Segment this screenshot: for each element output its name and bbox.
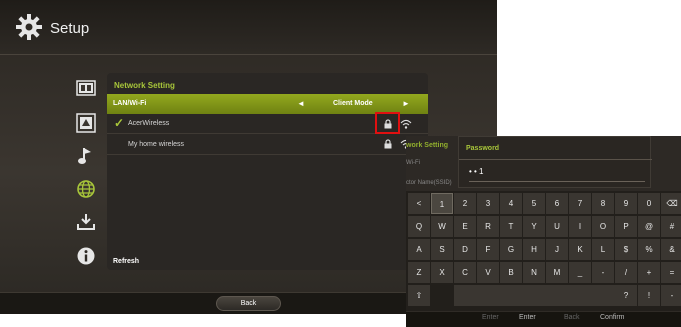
key[interactable]: J — [546, 239, 568, 260]
network-name: AcerWireless — [128, 120, 170, 127]
keyboard-footer: Enter Enter Back Confirm — [406, 312, 681, 327]
key[interactable]: / — [615, 262, 637, 283]
key[interactable]: < — [408, 193, 430, 214]
key[interactable]: 1 — [431, 193, 453, 214]
key[interactable]: H — [523, 239, 545, 260]
key[interactable]: U — [546, 216, 568, 237]
background-panel-title: work Setting — [406, 142, 449, 149]
photo-icon[interactable] — [76, 113, 96, 133]
key[interactable]: ! — [638, 285, 660, 306]
shift-key[interactable]: ⇧ — [408, 285, 430, 306]
key[interactable]: 6 — [546, 193, 568, 214]
key[interactable]: 9 — [615, 193, 637, 214]
key[interactable]: M — [546, 262, 568, 283]
key[interactable]: - — [592, 262, 614, 283]
key[interactable]: ? — [615, 285, 637, 306]
space-key[interactable] — [454, 285, 616, 306]
key[interactable]: I — [569, 216, 591, 237]
confirm-button[interactable]: Confirm — [600, 314, 625, 321]
key[interactable]: N — [523, 262, 545, 283]
key[interactable]: & — [661, 239, 681, 260]
key[interactable]: 3 — [477, 193, 499, 214]
key[interactable]: Q — [408, 216, 430, 237]
key[interactable]: 0 — [638, 193, 660, 214]
key[interactable]: Y — [523, 216, 545, 237]
enter-hint: Enter — [482, 314, 499, 321]
refresh-button[interactable]: Refresh — [113, 258, 139, 265]
key[interactable]: 7 — [569, 193, 591, 214]
key[interactable]: K — [569, 239, 591, 260]
key[interactable]: L — [592, 239, 614, 260]
key[interactable]: 4 — [500, 193, 522, 214]
gear-icon — [16, 14, 42, 40]
arrow-left-icon[interactable]: ◄ — [297, 99, 305, 108]
divider — [459, 159, 652, 160]
music-icon[interactable] — [76, 146, 96, 166]
download-icon[interactable] — [76, 212, 96, 232]
background-lan-label: Wi-Fi — [406, 160, 420, 166]
key[interactable]: - — [661, 285, 681, 306]
key[interactable]: @ — [638, 216, 660, 237]
key[interactable]: D — [454, 239, 476, 260]
key[interactable]: + — [638, 262, 660, 283]
network-row-my-home-wireless[interactable]: My home wireless — [107, 135, 428, 155]
key[interactable]: B — [500, 262, 522, 283]
background-ssid-label: ctor Name(SSID) — [406, 180, 452, 186]
network-name: My home wireless — [128, 141, 185, 148]
key[interactable]: F — [477, 239, 499, 260]
key[interactable]: ⌫ — [661, 193, 681, 214]
key[interactable]: $ — [615, 239, 637, 260]
password-dialog: Password • • 1 — [458, 136, 652, 188]
back-button[interactable]: Back — [216, 296, 281, 311]
panel-title: Network Setting — [114, 81, 175, 90]
key[interactable]: P — [615, 216, 637, 237]
arrow-right-icon[interactable]: ► — [402, 99, 410, 108]
key[interactable]: X — [431, 262, 453, 283]
key[interactable]: = — [661, 262, 681, 283]
globe-icon[interactable] — [76, 179, 96, 199]
check-icon: ✓ — [114, 116, 125, 130]
lan-wifi-label: LAN/Wi-Fi — [113, 100, 147, 107]
lan-mode-value: Client Mode — [333, 100, 373, 107]
network-setting-panel: Network Setting LAN/Wi-Fi ◄ Client Mode … — [107, 73, 428, 270]
key[interactable]: 5 — [523, 193, 545, 214]
key[interactable]: R — [477, 216, 499, 237]
key[interactable]: T — [500, 216, 522, 237]
key[interactable]: # — [661, 216, 681, 237]
onscreen-keyboard: <1 2 3 4 5 6 7 8 9 0 ⌫ Q W E R T Y U I O P @ # A S D F G H J K L $% & Z X C V… — [406, 191, 681, 311]
key[interactable]: % — [638, 239, 660, 260]
key[interactable]: 8 — [592, 193, 614, 214]
lock-icon — [384, 139, 392, 149]
key[interactable]: A — [408, 239, 430, 260]
key[interactable]: C — [454, 262, 476, 283]
page-title: Setup — [50, 20, 90, 37]
back-hint: Back — [564, 314, 580, 321]
password-keyboard-screen: work Setting Wi-Fi ctor Name(SSID) Passw… — [406, 136, 681, 327]
key[interactable]: V — [477, 262, 499, 283]
password-input[interactable]: • • 1 — [469, 167, 645, 182]
header-bar: Setup — [0, 0, 497, 55]
wifi-icon — [400, 119, 412, 129]
key[interactable]: Z — [408, 262, 430, 283]
key[interactable]: G — [500, 239, 522, 260]
lock-highlight-box — [375, 112, 400, 134]
key[interactable]: E — [454, 216, 476, 237]
key[interactable]: _ — [569, 262, 591, 283]
key[interactable]: O — [592, 216, 614, 237]
lan-wifi-selector[interactable]: LAN/Wi-Fi ◄ Client Mode ► — [107, 94, 428, 114]
password-title: Password — [466, 145, 500, 152]
key[interactable]: W — [431, 216, 453, 237]
key[interactable]: 2 — [454, 193, 476, 214]
enter-button[interactable]: Enter — [519, 314, 536, 321]
info-icon[interactable] — [76, 246, 96, 266]
key[interactable]: S — [431, 239, 453, 260]
film-icon[interactable] — [76, 78, 96, 98]
